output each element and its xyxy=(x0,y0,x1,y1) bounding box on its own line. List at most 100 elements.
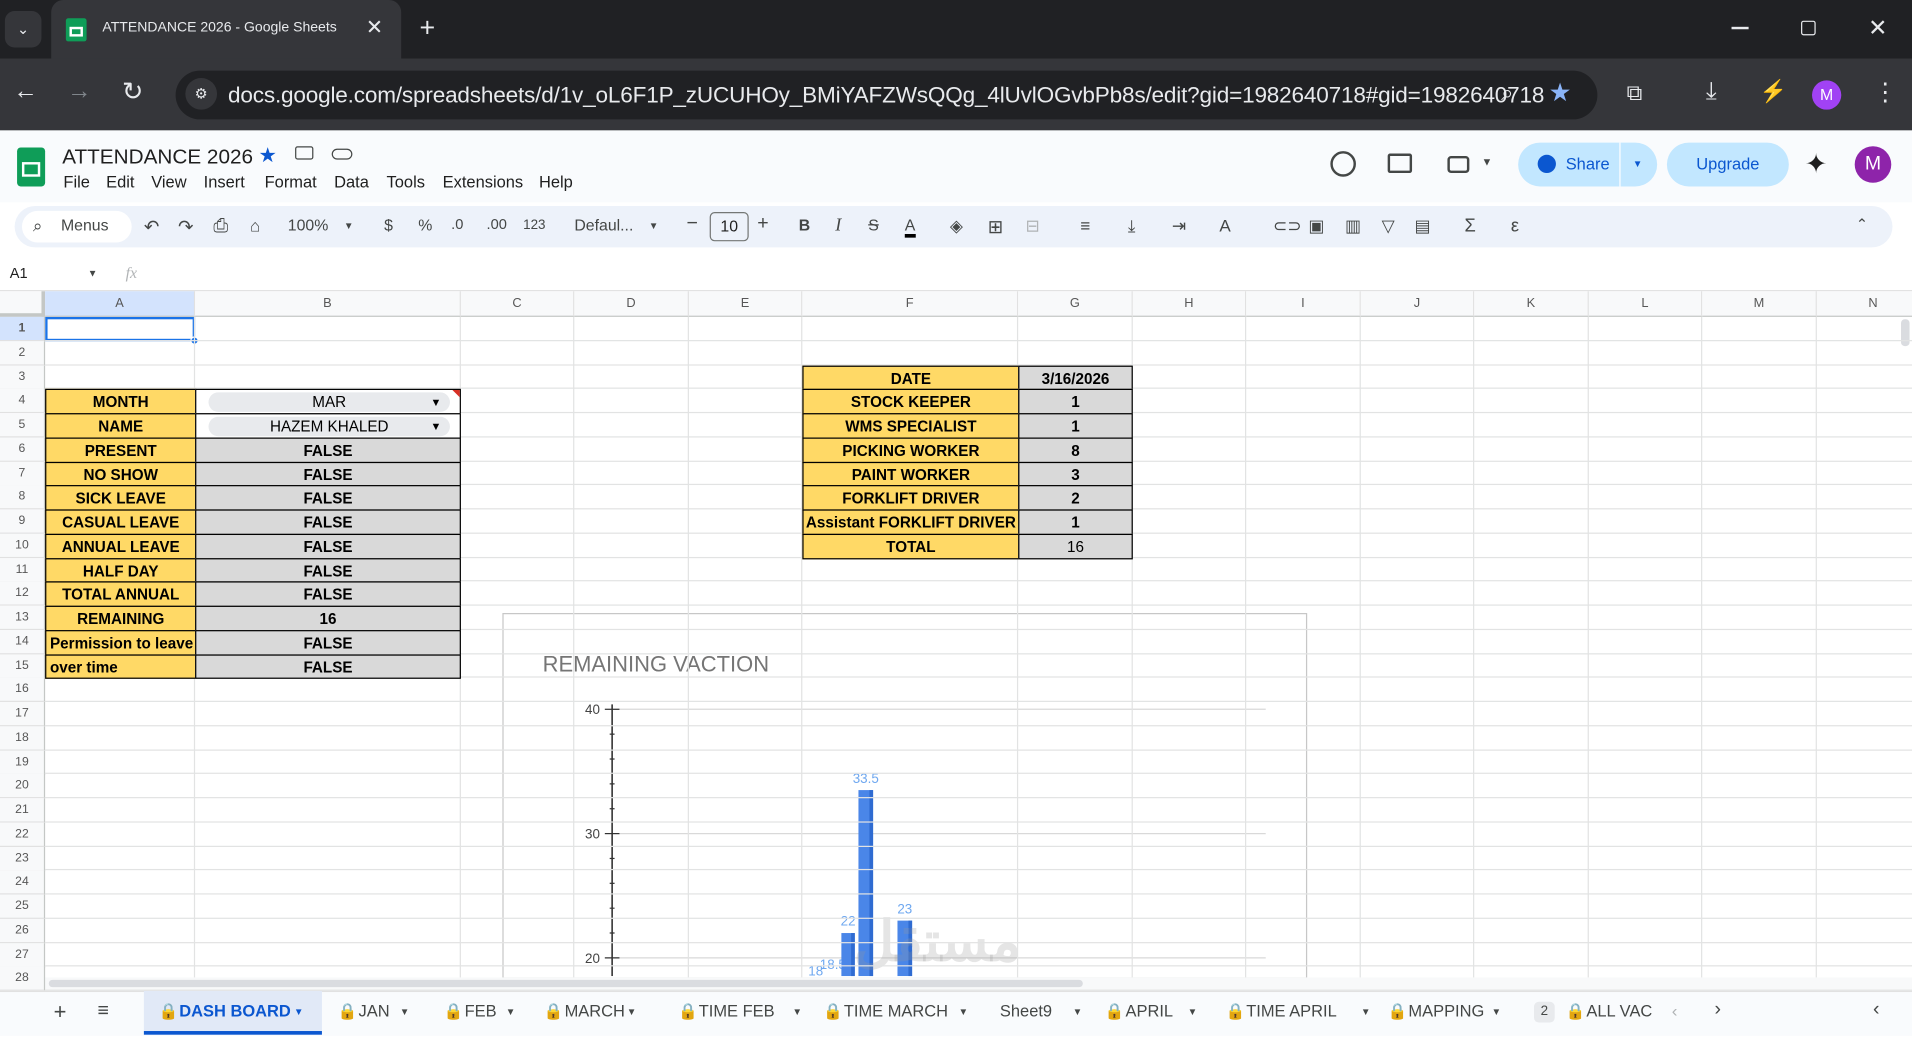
row-header-22[interactable]: 22 xyxy=(0,822,46,847)
dashboard-value-cell[interactable]: 16 xyxy=(195,605,461,631)
summary-label-cell[interactable]: STOCK KEEPER xyxy=(802,389,1020,415)
font-size-input[interactable]: 10 xyxy=(709,212,749,242)
summary-label-cell[interactable]: FORKLIFT DRIVER xyxy=(802,485,1020,511)
browser-menu-icon[interactable]: ⋮ xyxy=(1873,77,1897,107)
fill-color-icon[interactable]: ◈ xyxy=(950,216,963,237)
row-header-13[interactable]: 13 xyxy=(0,605,46,631)
more-formats-button[interactable]: 123 xyxy=(523,218,545,233)
row-header-20[interactable]: 20 xyxy=(0,774,46,799)
summary-label-cell[interactable]: WMS SPECIALIST xyxy=(802,413,1020,439)
insert-chart-icon[interactable]: ▥ xyxy=(1345,216,1361,237)
dashboard-label-cell[interactable]: PRESENT xyxy=(45,437,197,463)
column-header-a[interactable]: A xyxy=(45,291,196,317)
column-header-h[interactable]: H xyxy=(1132,291,1247,317)
summary-value-cell[interactable]: 3/16/2026 xyxy=(1018,365,1133,391)
sheet-tab-menu-icon[interactable]: ▼ xyxy=(792,1007,802,1018)
dashboard-value-cell[interactable]: MAR ▼ xyxy=(195,389,461,415)
scroll-tabs-right-icon[interactable]: › xyxy=(1714,999,1720,1021)
performance-icon[interactable]: ⚡ xyxy=(1760,79,1787,105)
row-header-15[interactable]: 15 xyxy=(0,653,46,679)
dropdown-arrow-icon[interactable]: ▼ xyxy=(431,390,442,413)
dashboard-label-cell[interactable]: ANNUAL LEAVE xyxy=(45,533,197,559)
column-header-k[interactable]: K xyxy=(1474,291,1589,317)
select-all-corner[interactable] xyxy=(0,291,46,317)
column-header-l[interactable]: L xyxy=(1588,291,1703,317)
name-box[interactable]: A1 xyxy=(10,264,28,281)
filter-icon[interactable]: ▽ xyxy=(1382,216,1395,237)
row-header-21[interactable]: 21 xyxy=(0,798,46,823)
dashboard-label-cell[interactable]: over time xyxy=(45,653,197,680)
share-dropdown-icon[interactable]: ▼ xyxy=(1633,158,1643,169)
column-header-b[interactable]: B xyxy=(195,291,461,317)
percent-format-button[interactable]: % xyxy=(418,216,432,234)
sheet-tab-dash-board[interactable]: DASH BOARD xyxy=(179,1002,291,1020)
menu-format[interactable]: Format xyxy=(265,173,317,191)
menu-edit[interactable]: Edit xyxy=(106,173,134,191)
sheet-tab-all-vac[interactable]: ALL VAC xyxy=(1586,1002,1652,1020)
row-header-14[interactable]: 14 xyxy=(0,629,46,655)
text-wrapping-icon[interactable]: ⇥ xyxy=(1172,216,1186,237)
row-header-11[interactable]: 11 xyxy=(0,557,46,582)
italic-icon[interactable]: I xyxy=(835,216,841,237)
sheet-tab-menu-icon[interactable]: ▼ xyxy=(627,1007,637,1018)
dropdown-arrow-icon[interactable]: ▼ xyxy=(431,414,442,437)
row-header-25[interactable]: 25 xyxy=(0,894,46,919)
column-header-g[interactable]: G xyxy=(1018,291,1133,317)
column-header-d[interactable]: D xyxy=(574,291,689,317)
move-folder-icon[interactable] xyxy=(295,146,314,160)
forward-icon[interactable]: → xyxy=(67,78,91,106)
comments-icon[interactable] xyxy=(1387,153,1413,174)
dashboard-label-cell[interactable]: Permission to leave xyxy=(45,629,197,656)
dropdown-chip[interactable]: MAR xyxy=(208,392,450,413)
sheet-tab-menu-icon[interactable]: ▼ xyxy=(1361,1007,1371,1018)
input-tools-icon[interactable]: ε xyxy=(1511,216,1519,237)
summary-value-cell[interactable]: 16 xyxy=(1018,533,1133,559)
sheet-tab-menu-icon[interactable]: ▼ xyxy=(506,1007,516,1018)
restore-icon[interactable] xyxy=(1801,20,1816,36)
undo-icon[interactable]: ↶ xyxy=(144,216,159,238)
dashboard-label-cell[interactable]: TOTAL ANNUAL xyxy=(45,581,197,607)
menu-file[interactable]: File xyxy=(63,173,90,191)
summary-value-cell[interactable]: 1 xyxy=(1018,509,1133,535)
download-icon[interactable]: ⤓ xyxy=(1706,78,1717,106)
close-tab-icon[interactable]: ✕ xyxy=(366,16,383,40)
back-icon[interactable]: ← xyxy=(13,78,37,106)
gemini-icon[interactable]: ✦ xyxy=(1805,149,1827,181)
row-header-26[interactable]: 26 xyxy=(0,918,46,943)
summary-label-cell[interactable]: DATE xyxy=(802,365,1020,391)
sheet-tab-time-april[interactable]: TIME APRIL xyxy=(1246,1002,1337,1020)
summary-label-cell[interactable]: PAINT WORKER xyxy=(802,461,1020,487)
borders-icon[interactable]: ⊞ xyxy=(988,216,1003,238)
sheet-tab-menu-icon[interactable]: ▼ xyxy=(1073,1007,1083,1018)
version-history-icon[interactable] xyxy=(1330,151,1356,177)
summary-label-cell[interactable]: PICKING WORKER xyxy=(802,437,1020,463)
dashboard-label-cell[interactable]: MONTH xyxy=(45,389,197,415)
sheet-tab-menu-icon[interactable]: ▼ xyxy=(958,1007,968,1018)
menu-extensions[interactable]: Extensions xyxy=(443,173,524,191)
sheet-tab-feb[interactable]: FEB xyxy=(465,1002,497,1020)
paint-format-icon[interactable]: ⌂ xyxy=(250,216,260,235)
functions-icon[interactable]: Σ xyxy=(1464,216,1475,237)
column-header-e[interactable]: E xyxy=(688,291,803,317)
row-header-17[interactable]: 17 xyxy=(0,701,46,727)
dashboard-label-cell[interactable]: CASUAL LEAVE xyxy=(45,509,197,535)
increase-decimal-button[interactable]: .00 xyxy=(487,216,507,233)
font-dropdown-icon[interactable]: ▼ xyxy=(649,221,659,232)
dashboard-value-cell[interactable]: FALSE xyxy=(195,485,461,511)
dashboard-label-cell[interactable]: REMAINING xyxy=(45,605,197,631)
document-title[interactable]: ATTENDANCE 2026 xyxy=(62,145,253,169)
column-header-n[interactable]: N xyxy=(1816,291,1912,317)
name-box-dropdown-icon[interactable]: ▼ xyxy=(88,268,98,279)
row-header-10[interactable]: 10 xyxy=(0,533,46,558)
add-sheet-icon[interactable]: + xyxy=(54,999,67,1025)
strikethrough-icon[interactable]: S xyxy=(868,216,879,234)
row-header-8[interactable]: 8 xyxy=(0,485,46,510)
summary-value-cell[interactable]: 1 xyxy=(1018,389,1133,415)
dashboard-label-cell[interactable]: HALF DAY xyxy=(45,557,197,583)
dashboard-label-cell[interactable]: NO SHOW xyxy=(45,461,197,487)
dashboard-value-cell[interactable]: FALSE xyxy=(195,629,461,656)
menu-data[interactable]: Data xyxy=(334,173,369,191)
summary-value-cell[interactable]: 8 xyxy=(1018,437,1133,463)
text-rotation-icon[interactable]: A xyxy=(1219,216,1230,235)
column-header-m[interactable]: M xyxy=(1702,291,1817,317)
